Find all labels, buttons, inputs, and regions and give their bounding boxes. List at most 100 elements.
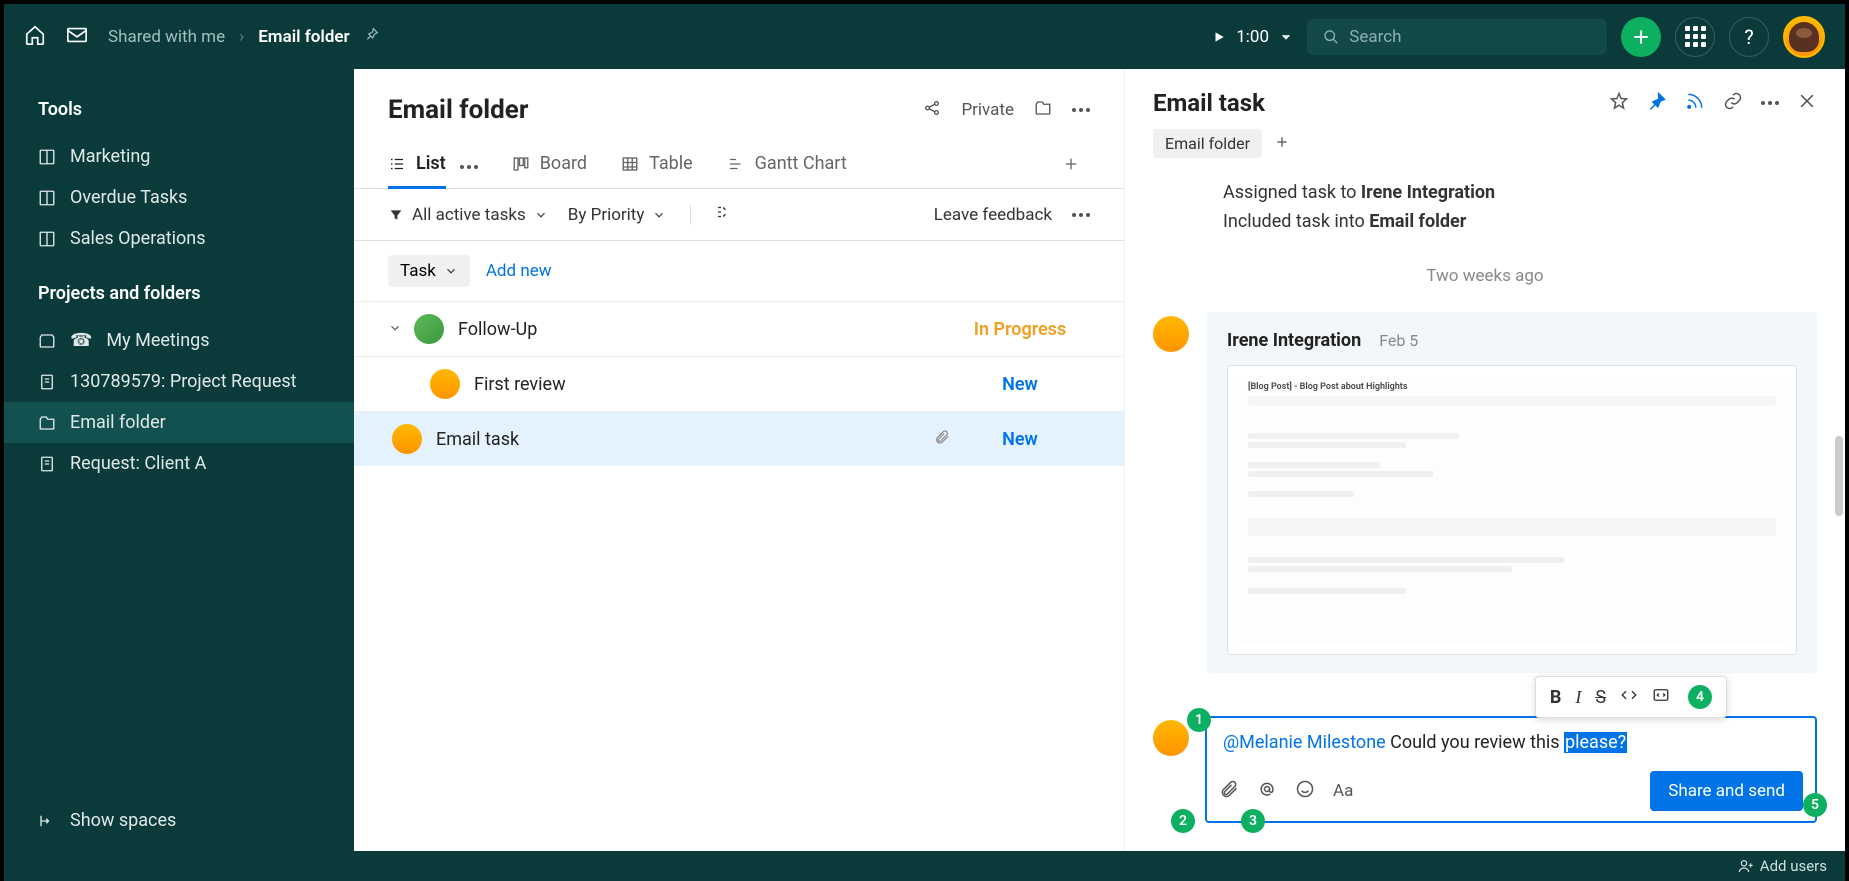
add-users-button[interactable]: Add users — [1738, 857, 1827, 875]
apps-icon[interactable] — [1675, 17, 1715, 57]
task-status: In Progress — [950, 319, 1090, 340]
expand-all-icon[interactable] — [715, 203, 733, 226]
attach-icon[interactable] — [1219, 779, 1239, 803]
tab-more-icon[interactable] — [460, 165, 478, 169]
activity-text: Assigned task to — [1223, 182, 1361, 203]
more-icon[interactable] — [1761, 101, 1779, 105]
comment-avatar — [1153, 316, 1189, 352]
add-tab-button[interactable] — [1062, 147, 1080, 187]
breadcrumb-parent[interactable]: Shared with me — [108, 27, 225, 47]
add-new-link[interactable]: Add new — [486, 261, 552, 281]
chip-label: Task — [400, 261, 436, 281]
sidebar-item-label: Email folder — [70, 412, 166, 433]
sidebar-item-client-a[interactable]: Request: Client A — [4, 443, 354, 484]
activity-bold: Irene Integration — [1361, 182, 1495, 203]
sidebar-item-label: Overdue Tasks — [70, 187, 187, 208]
attachment-thumbnail[interactable]: [Blog Post] - Blog Post about Highlights — [1227, 365, 1797, 655]
task-title: First review — [474, 374, 950, 395]
strike-button[interactable]: S — [1595, 687, 1606, 708]
activity-bold: Email folder — [1369, 211, 1466, 232]
activity-timestamp: Two weeks ago — [1153, 240, 1817, 312]
sidebar-tools-title: Tools — [4, 99, 354, 136]
pin-icon[interactable] — [1647, 91, 1667, 115]
mail-icon[interactable] — [66, 24, 88, 50]
bold-button[interactable]: B — [1550, 687, 1562, 708]
task-status: New — [950, 429, 1090, 450]
sidebar: Tools Marketing Overdue Tasks Sales Oper… — [4, 69, 354, 851]
scrollbar[interactable] — [1835, 436, 1843, 516]
task-type-chip[interactable]: Task — [388, 255, 470, 287]
italic-button[interactable]: I — [1575, 687, 1581, 708]
sidebar-item-label: Marketing — [70, 146, 150, 167]
sidebar-item-email-folder[interactable]: Email folder — [4, 402, 354, 443]
task-detail-title: Email task — [1153, 89, 1265, 117]
sidebar-item-marketing[interactable]: Marketing — [4, 136, 354, 177]
filter-all-tasks[interactable]: All active tasks — [388, 205, 548, 225]
show-spaces-button[interactable]: Show spaces — [4, 790, 354, 851]
pin-icon[interactable] — [364, 26, 380, 47]
thumb-title: [Blog Post] - Blog Post about Highlights — [1248, 382, 1776, 392]
view-tabs: List Board Table Gantt Chart — [354, 135, 1124, 189]
parent-folder-chip[interactable]: Email folder — [1153, 129, 1262, 158]
tab-table[interactable]: Table — [621, 145, 693, 188]
assignee-avatar — [392, 424, 422, 454]
selected-text: please? — [1564, 732, 1627, 753]
timer-value: 1:00 — [1236, 27, 1269, 47]
sidebar-item-meetings[interactable]: ☎My Meetings — [4, 320, 354, 361]
format-toggle[interactable]: Aa — [1333, 781, 1353, 801]
reply-text[interactable]: @Melanie Milestone Could you review this… — [1207, 718, 1815, 763]
sidebar-item-project-request[interactable]: 130789579: Project Request — [4, 361, 354, 402]
breadcrumb: Shared with me › Email folder — [108, 26, 380, 47]
tab-label: Gantt Chart — [755, 153, 847, 174]
timer[interactable]: 1:00 — [1212, 27, 1293, 47]
help-icon[interactable]: ? — [1729, 17, 1769, 57]
search-input[interactable] — [1307, 19, 1607, 55]
top-header: Shared with me › Email folder 1:00 ? — [4, 4, 1845, 69]
tab-gantt[interactable]: Gantt Chart — [727, 145, 847, 188]
tab-board[interactable]: Board — [512, 145, 587, 188]
user-avatar[interactable] — [1783, 16, 1825, 58]
rss-icon[interactable] — [1685, 91, 1705, 115]
task-row[interactable]: Follow-Up In Progress — [354, 301, 1124, 356]
private-label[interactable]: Private — [961, 100, 1014, 120]
star-icon[interactable] — [1609, 91, 1629, 115]
tab-list[interactable]: List — [388, 145, 446, 188]
breadcrumb-current[interactable]: Email folder — [258, 27, 349, 47]
search-field[interactable] — [1349, 27, 1591, 47]
mention-icon[interactable] — [1257, 779, 1277, 803]
create-button[interactable] — [1621, 17, 1661, 57]
link-icon[interactable] — [1723, 91, 1743, 115]
chevron-down-icon — [1279, 30, 1293, 44]
reply-box[interactable]: @Melanie Milestone Could you review this… — [1205, 716, 1817, 823]
task-status: New — [950, 374, 1090, 395]
sidebar-item-label: My Meetings — [106, 330, 209, 351]
filter-label: By Priority — [568, 205, 645, 225]
more-icon[interactable] — [1072, 108, 1090, 112]
task-row[interactable]: First review New — [354, 356, 1124, 411]
task-title: Follow-Up — [458, 319, 950, 340]
sidebar-item-overdue[interactable]: Overdue Tasks — [4, 177, 354, 218]
activity-text: Included task into — [1223, 211, 1369, 232]
play-icon — [1212, 30, 1226, 44]
code-button[interactable] — [1620, 686, 1638, 709]
codeblock-button[interactable] — [1652, 686, 1670, 709]
comment: Irene Integration Feb 5 [Blog Post] - Bl… — [1153, 312, 1817, 673]
expand-icon[interactable] — [388, 319, 408, 340]
home-icon[interactable] — [24, 24, 46, 50]
filter-sort[interactable]: By Priority — [568, 205, 667, 225]
leave-feedback-link[interactable]: Leave feedback — [934, 205, 1052, 225]
close-icon[interactable] — [1797, 91, 1817, 115]
emoji-icon[interactable] — [1295, 779, 1315, 803]
activity-log: Assigned task to Irene Integration Inclu… — [1153, 174, 1817, 240]
mention[interactable]: @Melanie Milestone — [1223, 732, 1386, 753]
sidebar-item-sales[interactable]: Sales Operations — [4, 218, 354, 259]
share-icon[interactable] — [923, 99, 941, 122]
badge-2: 2 — [1171, 809, 1195, 833]
sidebar-projects-title: Projects and folders — [4, 283, 354, 320]
filters-more-icon[interactable] — [1072, 213, 1090, 217]
badge-3: 3 — [1241, 809, 1265, 833]
send-button[interactable]: Share and send — [1650, 771, 1803, 811]
task-row[interactable]: Email task New — [354, 411, 1124, 466]
add-folder-icon[interactable] — [1274, 134, 1290, 154]
folder-icon[interactable] — [1034, 99, 1052, 122]
